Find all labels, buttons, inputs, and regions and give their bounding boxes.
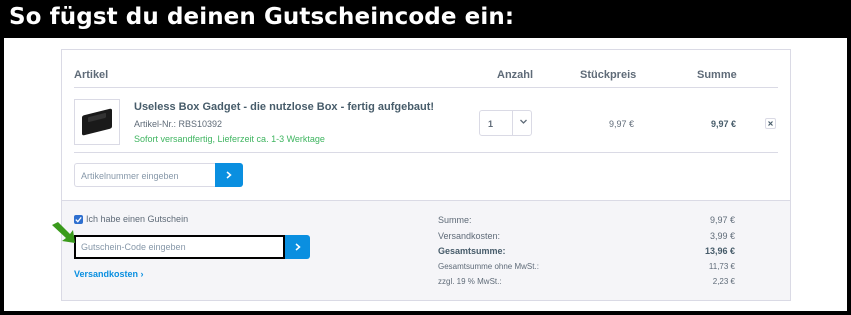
summary-value-vat: 2,23 €: [712, 277, 735, 286]
item-divider: [74, 152, 778, 153]
summary-value-subtotal: 9,97 €: [709, 215, 735, 225]
close-icon: [768, 121, 773, 126]
line-total: 9,97 €: [711, 119, 737, 129]
column-header-article: Artikel: [74, 69, 109, 81]
banner-title: So fügst du deinen Gutscheincode ein:: [9, 4, 515, 30]
voucher-checkbox-label[interactable]: Ich habe einen Gutschein: [86, 214, 188, 224]
quantity-divider: [512, 111, 513, 135]
cart-footer: Ich habe einen Gutschein Gutschein-Code …: [52, 200, 790, 300]
remove-item-button[interactable]: [765, 118, 776, 129]
product-sku: Artikel-Nr.: RBS10392: [134, 119, 223, 129]
unit-price: 9,97 €: [609, 119, 635, 129]
product-title[interactable]: Useless Box Gadget - die nutzlose Box - …: [134, 101, 434, 113]
column-header-unit-price: Stückpreis: [580, 69, 637, 81]
shipping-costs-link[interactable]: Versandkosten ›: [74, 269, 144, 279]
summary-label-grand-total: Gesamtsumme:: [438, 246, 506, 256]
column-header-quantity: Anzahl: [497, 69, 534, 81]
chevron-right-icon: [295, 243, 301, 251]
quantity-select[interactable]: 1: [479, 110, 532, 136]
sku-input[interactable]: Artikelnummer eingeben: [74, 163, 216, 187]
useless-box-image: [82, 108, 112, 136]
instruction-banner: So fügst du deinen Gutscheincode ein:: [0, 0, 851, 38]
shopping-cart: Artikel Anzahl Stückpreis Summe Useless …: [52, 49, 791, 301]
summary-value-net-total: 11,73 €: [708, 262, 735, 271]
apply-voucher-button[interactable]: [285, 235, 310, 259]
chevron-down-icon: [520, 119, 527, 124]
summary-label-net-total: Gesamtsumme ohne MwSt.:: [438, 262, 539, 271]
summary-value-shipping: 3,99 €: [709, 231, 735, 241]
delivery-status: Sofort versandfertig, Lieferzeit ca. 1-3…: [134, 134, 325, 144]
summary-value-grand-total: 13,96 €: [704, 246, 735, 256]
quantity-value: 1: [488, 119, 494, 129]
summary-label-shipping: Versandkosten:: [438, 231, 501, 241]
chevron-right-icon: [226, 171, 232, 179]
summary-label-vat: zzgl. 19 % MwSt.:: [438, 277, 502, 286]
column-header-total: Summe: [697, 69, 737, 81]
header-divider: [74, 87, 778, 88]
pointer-arrow-icon: [52, 222, 75, 243]
voucher-code-input[interactable]: Gutschein-Code eingeben: [74, 235, 285, 259]
summary-label-subtotal: Summe:: [438, 215, 472, 225]
product-thumbnail[interactable]: [74, 99, 120, 145]
add-sku-button[interactable]: [215, 163, 243, 187]
